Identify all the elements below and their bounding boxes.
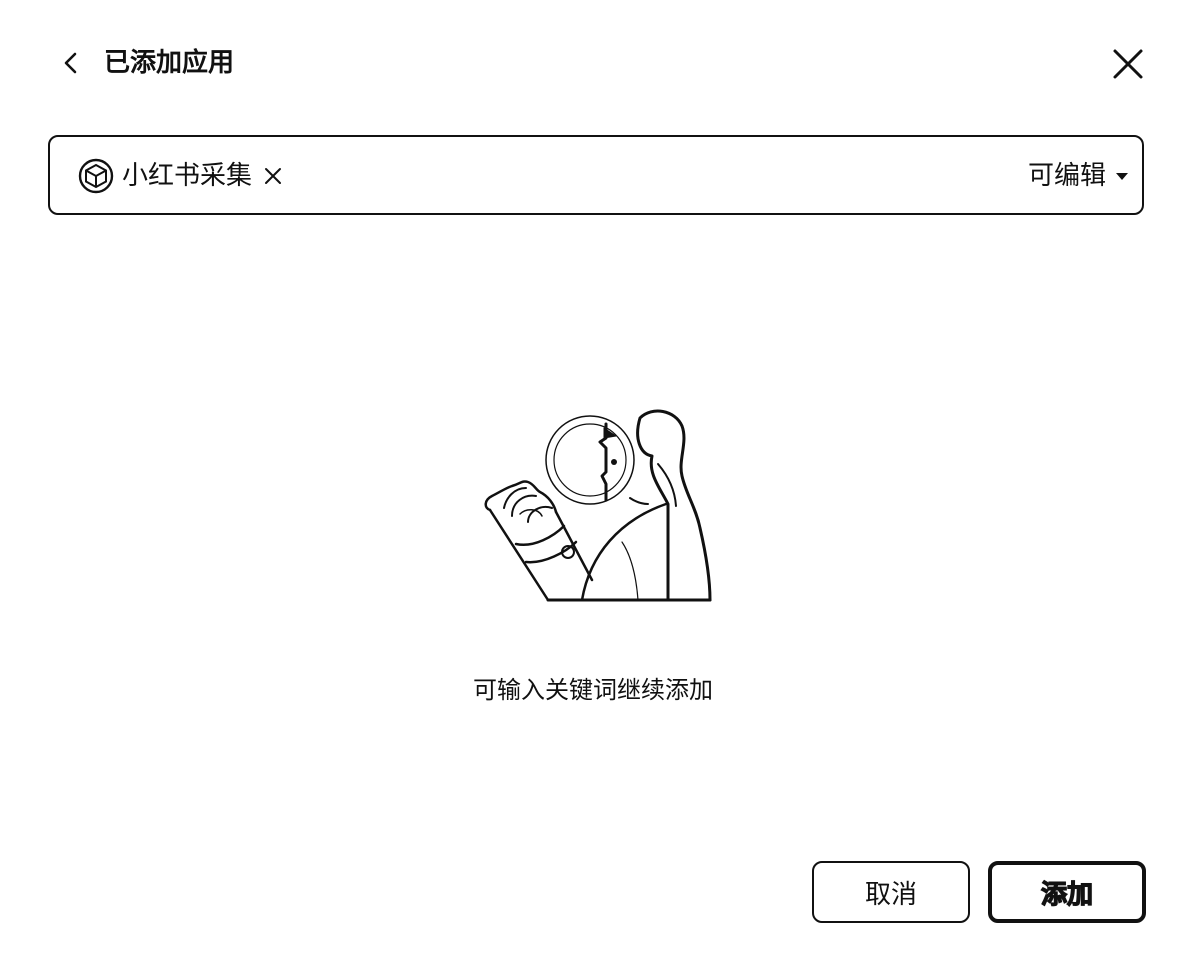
app-cube-icon <box>78 158 114 194</box>
app-chip: 小红书采集 <box>78 158 284 194</box>
person-with-magnifier-illustration <box>484 409 712 602</box>
back-button[interactable] <box>54 46 88 80</box>
chevron-left-icon <box>64 52 77 74</box>
empty-state-message: 可输入关键词继续添加 <box>473 676 713 704</box>
caret-down-icon <box>1114 168 1130 184</box>
add-button[interactable]: 添加 <box>988 861 1146 923</box>
close-small-icon <box>265 168 282 184</box>
permission-label: 可编辑 <box>1027 161 1106 191</box>
dialog-title: 已添加应用 <box>104 48 235 78</box>
app-chip-remove-button[interactable] <box>262 165 284 187</box>
app-chip-label: 小红书采集 <box>122 161 253 191</box>
close-button[interactable] <box>1106 42 1150 86</box>
permission-dropdown[interactable]: 可编辑 <box>1028 158 1130 194</box>
close-icon <box>1113 49 1143 79</box>
selected-apps-box[interactable]: 小红书采集 可编辑 <box>48 135 1144 215</box>
cancel-button[interactable]: 取消 <box>812 861 970 923</box>
